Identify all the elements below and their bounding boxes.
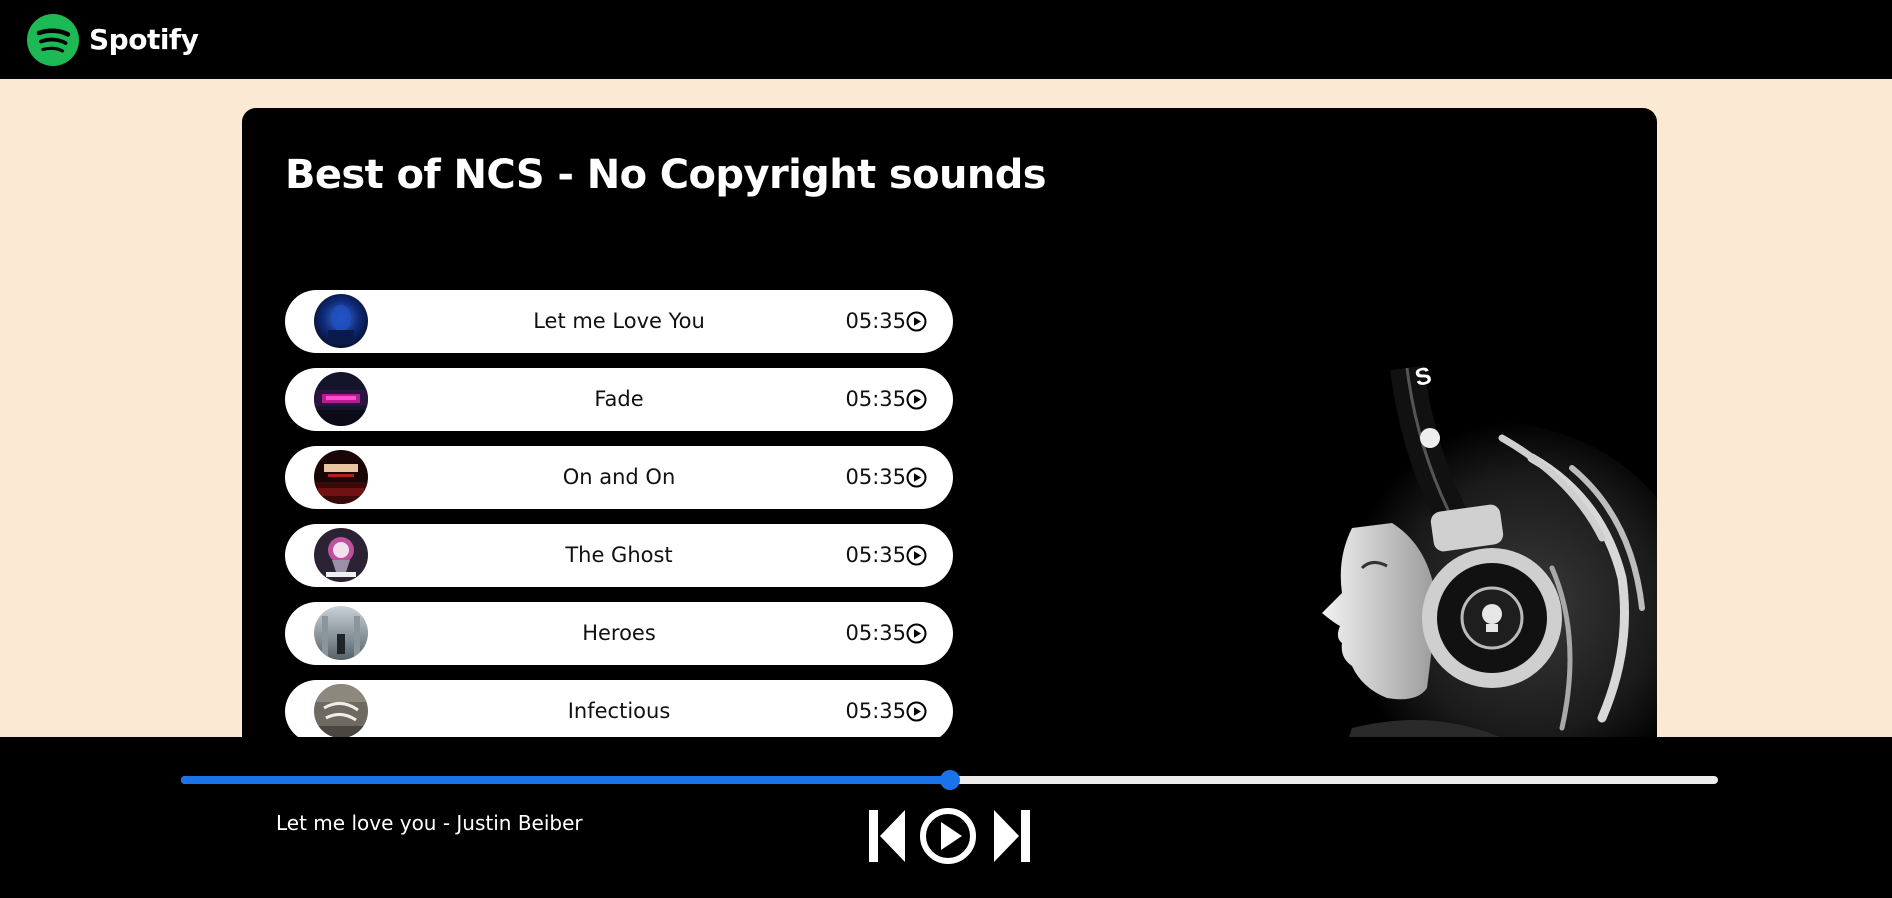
play-circle-icon[interactable]: [906, 623, 927, 644]
song-name: Fade: [594, 387, 644, 411]
play-circle-icon[interactable]: [906, 701, 927, 722]
song-duration: 05:35: [845, 543, 906, 567]
album-cover-icon: [314, 372, 368, 426]
album-cover-icon: [314, 294, 368, 348]
song-name: Let me Love You: [533, 309, 705, 333]
player-controls: [868, 806, 1033, 866]
song-item[interactable]: Heroes 05:35: [285, 602, 953, 665]
song-item[interactable]: The Ghost 05:35: [285, 524, 953, 587]
next-icon[interactable]: [993, 806, 1031, 866]
brand-name[interactable]: Spotify: [89, 23, 199, 56]
progress-thumb[interactable]: [939, 770, 960, 790]
play-circle-icon[interactable]: [906, 389, 927, 410]
progress-bar[interactable]: [181, 770, 1718, 790]
play-circle-icon[interactable]: [906, 311, 927, 332]
album-cover-icon: [314, 528, 368, 582]
progress-fill: [181, 776, 950, 784]
song-item[interactable]: On and On 05:35: [285, 446, 953, 509]
now-playing-label: Let me love you - Justin Beiber: [276, 811, 583, 835]
song-duration: 05:35: [845, 387, 906, 411]
playlist-panel: Best of NCS - No Copyright sounds Let me…: [242, 108, 1657, 758]
song-duration: 05:35: [845, 621, 906, 645]
hero-image: S: [1202, 308, 1657, 758]
play-circle-icon[interactable]: [918, 806, 978, 866]
spotify-logo-icon[interactable]: [27, 13, 79, 66]
navbar: Spotify: [0, 0, 1892, 79]
song-item[interactable]: Fade 05:35: [285, 368, 953, 431]
album-cover-icon: [314, 450, 368, 504]
previous-icon[interactable]: [868, 806, 906, 866]
song-item[interactable]: Infectious 05:35: [285, 680, 953, 743]
player-bar: Let me love you - Justin Beiber: [0, 737, 1892, 898]
song-duration: 05:35: [845, 309, 906, 333]
album-cover-icon: [314, 606, 368, 660]
song-name: Infectious: [567, 699, 671, 723]
play-circle-icon[interactable]: [906, 545, 927, 566]
song-duration: 05:35: [845, 699, 906, 723]
song-name: The Ghost: [565, 543, 673, 567]
song-name: Heroes: [582, 621, 656, 645]
play-circle-icon[interactable]: [906, 467, 927, 488]
song-name: On and On: [562, 465, 676, 489]
song-duration: 05:35: [845, 465, 906, 489]
song-item[interactable]: Let me Love You 05:35: [285, 290, 953, 353]
playlist-title: Best of NCS - No Copyright sounds: [285, 152, 1047, 198]
album-cover-icon: [314, 684, 368, 738]
